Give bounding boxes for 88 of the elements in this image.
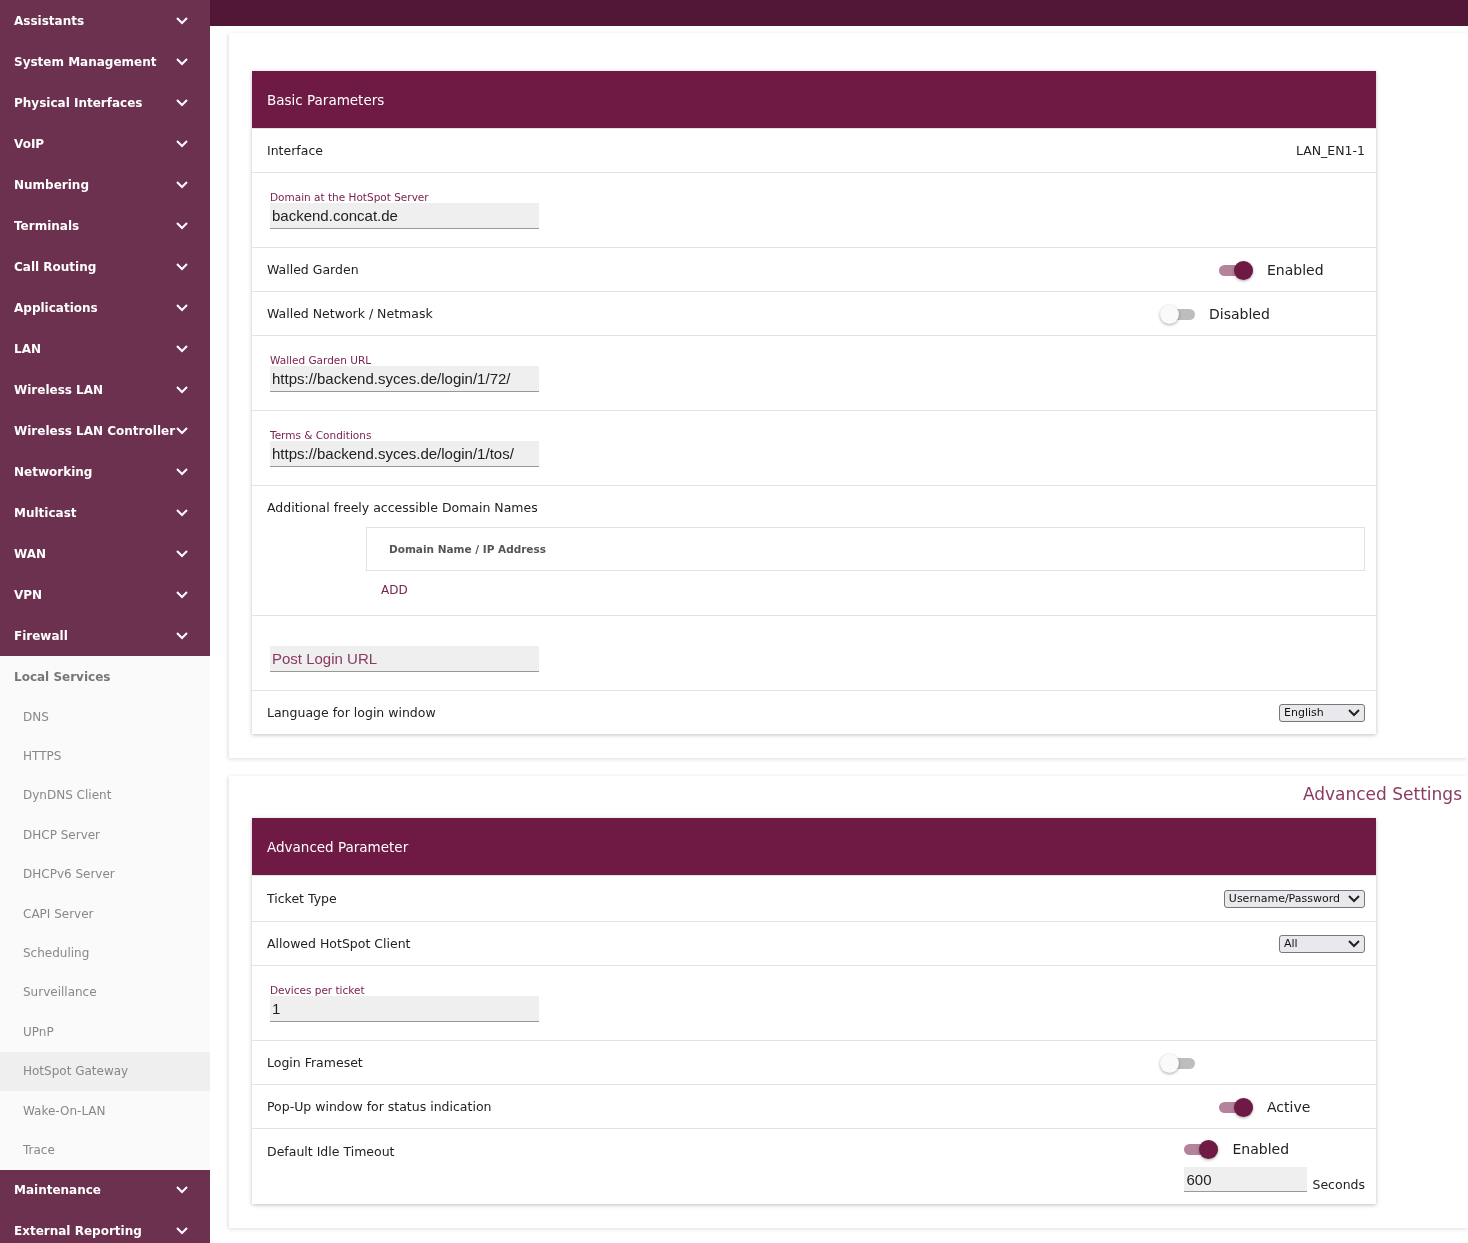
sidebar-section[interactable]: Wireless LAN: [0, 369, 210, 410]
input-field[interactable]: 600: [1184, 1167, 1308, 1192]
state-label: Enabled: [1267, 261, 1324, 278]
sidebar-item[interactable]: Scheduling: [0, 933, 210, 973]
sidebar-item[interactable]: DynDNS Client: [0, 775, 210, 816]
chevron-down-icon: [1348, 708, 1360, 717]
sidebar-item[interactable]: CAPI Server: [0, 893, 210, 934]
sidebar-section[interactable]: Assistants: [0, 0, 210, 41]
sidebar-section[interactable]: System Management: [0, 41, 210, 82]
input-field[interactable]: Post Login URL: [270, 646, 539, 672]
row-label: Ticket Type: [267, 891, 337, 906]
chevron-down-icon: [176, 57, 188, 66]
sidebar-item[interactable]: DHCPv6 Server: [0, 854, 210, 894]
sidebar-item[interactable]: DNS: [0, 697, 210, 737]
toggle-switch[interactable]: [1219, 1096, 1253, 1117]
chevron-down-icon: [176, 426, 188, 435]
sidebar-section[interactable]: LAN: [0, 328, 210, 369]
chevron-down-icon: [1348, 939, 1360, 948]
sidebar-item[interactable]: Trace: [0, 1130, 210, 1170]
chevron-down-icon: [176, 385, 188, 394]
field-label: Devices per ticket: [270, 984, 366, 996]
state-label: Disabled: [1209, 305, 1270, 322]
sidebar-section[interactable]: Call Routing: [0, 246, 210, 287]
add-button[interactable]: ADD: [375, 579, 414, 601]
dropdown-select[interactable]: Username/Password: [1223, 889, 1365, 908]
toggle-switch[interactable]: [1161, 1052, 1195, 1073]
chevron-down-icon: [176, 262, 188, 271]
row-label: Login Frameset: [267, 1055, 363, 1070]
row-label: Walled Garden: [267, 262, 359, 277]
sidebar-section[interactable]: Maintenance: [0, 1169, 210, 1211]
input-field[interactable]: 1: [270, 996, 539, 1022]
sidebar-section[interactable]: VoIP: [0, 123, 210, 164]
advanced-settings-link[interactable]: Advanced Settings: [1302, 784, 1462, 804]
toggle-switch[interactable]: [1161, 303, 1195, 324]
chevron-down-icon: [176, 180, 188, 189]
sidebar-section[interactable]: Networking: [0, 451, 210, 492]
sidebar-section[interactable]: Wireless LAN Controller: [0, 410, 210, 451]
field-label: Domain at the HotSpot Server: [270, 191, 430, 203]
chevron-down-icon: [176, 631, 188, 640]
chevron-down-icon: [176, 590, 188, 599]
chevron-down-icon: [176, 467, 188, 476]
chevron-down-icon: [176, 1186, 188, 1195]
panel-header: Advanced Parameter: [252, 818, 1376, 875]
toggle-switch[interactable]: [1184, 1139, 1219, 1159]
chevron-down-icon: [176, 221, 188, 230]
unit-label: Seconds: [1312, 1177, 1365, 1192]
chevron-down-icon: [176, 16, 188, 25]
chevron-down-icon: [176, 1227, 188, 1236]
chevron-down-icon: [176, 303, 188, 312]
sidebar-section[interactable]: Physical Interfaces: [0, 82, 210, 123]
dropdown-select[interactable]: All: [1279, 934, 1365, 953]
chevron-down-icon: [176, 98, 188, 107]
chevron-down-icon: [176, 549, 188, 558]
toggle-switch[interactable]: [1219, 259, 1253, 280]
sidebar-section[interactable]: Numbering: [0, 164, 210, 205]
row-label: Default Idle Timeout: [267, 1144, 395, 1159]
row-label: Additional freely accessible Domain Names: [267, 500, 539, 515]
panel-header: Basic Parameters: [252, 71, 1376, 128]
field-label: Walled Garden URL: [270, 354, 373, 366]
dropdown-select[interactable]: English: [1279, 703, 1365, 722]
sidebar-section[interactable]: Firewall: [0, 615, 210, 656]
sidebar-section[interactable]: WAN: [0, 533, 210, 574]
field-label: Terms & Conditions: [270, 429, 373, 441]
chevron-down-icon: [176, 344, 188, 353]
input-field[interactable]: https://backend.syces.de/login/1/tos/: [270, 441, 539, 467]
state-label: Enabled: [1232, 1141, 1290, 1157]
sidebar-section[interactable]: Terminals: [0, 205, 210, 246]
row-label: Language for login window: [267, 705, 436, 720]
row-label: Pop-Up window for status indication: [267, 1099, 492, 1114]
sidebar-section[interactable]: VPN: [0, 574, 210, 615]
row-label: Allowed HotSpot Client: [267, 936, 411, 951]
input-field[interactable]: https://backend.syces.de/login/1/72/: [270, 366, 539, 392]
row-value: LAN_EN1-1: [1295, 143, 1365, 158]
column-header: Domain Name / IP Address: [389, 543, 546, 555]
row-label: Walled Network / Netmask: [267, 306, 433, 321]
row-label: Interface: [267, 143, 323, 158]
chevron-down-icon: [1348, 894, 1360, 903]
state-label: Active: [1267, 1098, 1311, 1115]
sidebar-item[interactable]: HTTPS: [0, 736, 210, 776]
chevron-down-icon: [176, 508, 188, 517]
sidebar-section[interactable]: External Reporting: [0, 1210, 210, 1243]
sidebar-item[interactable]: DHCP Server: [0, 815, 210, 855]
sidebar-item[interactable]: Wake-On-LAN: [0, 1090, 210, 1131]
sidebar-item[interactable]: Surveillance: [0, 972, 210, 1013]
sidebar-section[interactable]: Applications: [0, 287, 210, 328]
chevron-down-icon: [176, 139, 188, 148]
input-field[interactable]: backend.concat.de: [270, 203, 539, 229]
sidebar-section[interactable]: Multicast: [0, 492, 210, 533]
